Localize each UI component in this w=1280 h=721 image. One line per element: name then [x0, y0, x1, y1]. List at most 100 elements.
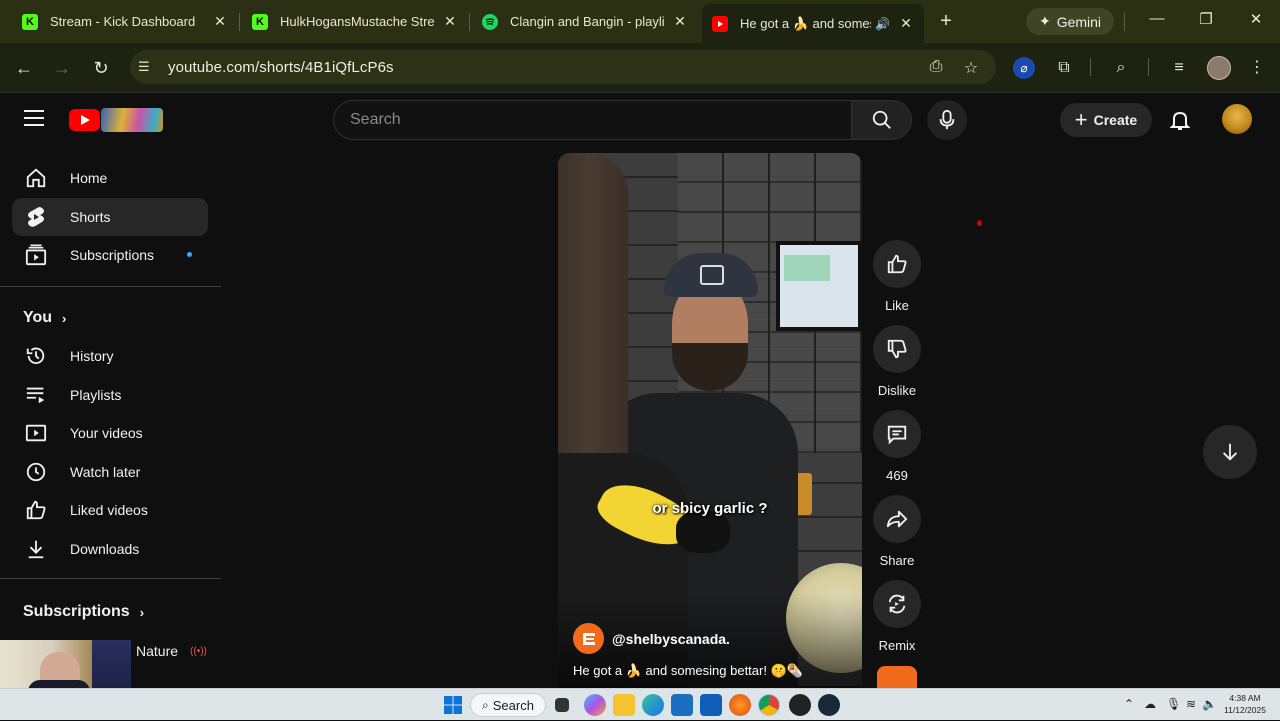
bookmark-star-icon[interactable]: ☆ [961, 58, 981, 78]
sidebar-item-shorts[interactable]: Shorts [12, 198, 208, 236]
channel-avatar[interactable] [573, 623, 604, 654]
onedrive-icon[interactable]: ☁ [1144, 697, 1156, 711]
tab-youtube-short[interactable]: He got a 🍌 and somesing bettar! 🔊 ✕ [702, 4, 924, 43]
store-icon[interactable] [671, 694, 693, 716]
url-text[interactable]: youtube.com/shorts/4B1iQfLcP6s [168, 59, 394, 76]
copilot-icon[interactable] [584, 694, 606, 716]
minimize-icon[interactable]: — [1145, 10, 1169, 27]
remix-icon[interactable] [873, 580, 921, 628]
windows-start-icon[interactable] [442, 694, 464, 716]
comments-button[interactable]: 469 [873, 410, 921, 483]
tab-kick-stream[interactable]: K HulkHogansMustache Stream ✕ [242, 6, 468, 37]
hamburger-menu-icon[interactable] [24, 110, 44, 126]
youtube-logo[interactable] [69, 108, 163, 132]
microphone-tray-icon[interactable]: 🎙 [1166, 697, 1181, 711]
youtube-icon [712, 15, 728, 32]
media-control-icon[interactable]: ≡ [1168, 57, 1190, 79]
chevron-right-icon: › [62, 310, 67, 326]
share-button[interactable]: Share [873, 495, 921, 568]
channel-name[interactable]: @shelbyscanada. [612, 631, 730, 647]
channel-link[interactable]: @shelbyscanada. [573, 623, 730, 654]
sidebar-item-watch-later[interactable]: Watch later [12, 453, 208, 491]
tab-title: HulkHogansMustache Stream [280, 14, 434, 29]
sidebar-item-subscriptions[interactable]: Subscriptions [12, 236, 208, 274]
gemini-button[interactable]: ✦ Gemini [1026, 8, 1114, 35]
menu-kebab-icon[interactable]: ⋮ [1246, 57, 1268, 79]
taskbar-search[interactable]: ⌕ Search [470, 693, 546, 717]
speaker-icon[interactable]: 🔊 [875, 17, 890, 31]
thumbs-up-icon[interactable] [873, 240, 921, 288]
edge-icon[interactable] [642, 694, 664, 716]
mouse-cursor [977, 220, 982, 226]
search-button[interactable] [851, 100, 912, 140]
restore-icon[interactable]: ❐ [1194, 10, 1218, 28]
remix-label: Remix [878, 638, 916, 653]
steam-icon[interactable] [818, 694, 840, 716]
comment-icon[interactable] [873, 410, 921, 458]
volume-icon[interactable]: 🔈 [1202, 697, 1217, 711]
file-explorer-icon[interactable] [613, 694, 635, 716]
site-info-icon[interactable]: ☰ [138, 59, 158, 75]
close-icon[interactable]: ✕ [672, 13, 688, 30]
sidebar-item-your-videos[interactable]: Your videos [12, 414, 208, 452]
search-input[interactable] [350, 111, 851, 129]
sound-source-avatar[interactable] [877, 666, 917, 688]
notifications-bell-icon[interactable] [1168, 108, 1192, 132]
remix-button[interactable]: Remix [873, 580, 921, 653]
video-caption: or sbicy garlic ? [652, 500, 768, 517]
window-close-icon[interactable]: ✕ [1244, 10, 1268, 28]
sidebar-subscriptions-heading[interactable]: Subscriptions › [23, 603, 144, 621]
sidebar-you-heading[interactable]: You › [23, 309, 66, 327]
back-arrow-icon[interactable]: ← [12, 56, 36, 80]
address-bar[interactable]: ☰ youtube.com/shorts/4B1iQfLcP6s ⎙ ☆ [130, 50, 996, 84]
sidebar-item-home[interactable]: Home [12, 159, 208, 197]
sidebar-subscription-item[interactable]: Nature ((•)) [136, 643, 207, 659]
sidebar-item-downloads[interactable]: Downloads [12, 530, 208, 568]
extension-icon[interactable]: ⌀ [1013, 57, 1035, 79]
short-description[interactable]: He got a 🍌 and somesing bettar! 🤫🌯 [573, 663, 803, 679]
sidebar-item-label: Watch later [70, 464, 141, 480]
dislike-button[interactable]: Dislike [873, 325, 921, 398]
thumbs-down-icon[interactable] [873, 325, 921, 373]
wifi-icon[interactable]: ≋ [1186, 697, 1196, 711]
sidebar-item-label: Subscriptions [70, 247, 155, 263]
create-button[interactable]: + Create [1060, 103, 1152, 137]
picture-in-picture-window[interactable] [0, 640, 131, 688]
short-video-player[interactable]: or sbicy garlic ? @shelbyscanada. He got… [558, 153, 862, 688]
tab-spotify-playlist[interactable]: Clangin and Bangin - playlist ✕ [472, 6, 698, 37]
new-tab-button[interactable]: + [934, 9, 958, 33]
like-button[interactable]: Like [873, 240, 921, 313]
chrome-icon[interactable] [758, 694, 780, 716]
sidebar-item-history[interactable]: History [12, 337, 208, 375]
close-icon[interactable]: ✕ [898, 15, 914, 32]
firefox-icon[interactable] [729, 694, 751, 716]
close-icon[interactable]: ✕ [212, 13, 228, 30]
sidebar-item-playlists[interactable]: Playlists [12, 376, 208, 414]
obs-icon[interactable] [789, 694, 811, 716]
install-app-icon[interactable]: ⎙ [926, 58, 946, 76]
outlook-icon[interactable] [700, 694, 722, 716]
reload-icon[interactable]: ↻ [89, 56, 113, 80]
task-view-icon[interactable] [555, 698, 569, 712]
tab-search-icon[interactable]: ⌕ [1110, 57, 1132, 79]
extensions-puzzle-icon[interactable]: ⧉ [1053, 57, 1075, 79]
watch-later-icon [24, 460, 48, 484]
tray-chevron-up-icon[interactable]: ⌃ [1124, 697, 1134, 711]
dislike-label: Dislike [877, 383, 917, 398]
sidebar-item-liked-videos[interactable]: Liked videos [12, 491, 208, 529]
forward-arrow-icon[interactable]: → [50, 56, 74, 80]
tab-separator [469, 13, 470, 31]
search-field[interactable] [333, 100, 851, 140]
taskbar-clock[interactable]: 4:38 AM 11/12/2025 [1222, 692, 1268, 716]
browser-toolbar: ← → ↻ ☰ youtube.com/shorts/4B1iQfLcP6s ⎙… [0, 43, 1280, 93]
next-short-button[interactable] [1203, 425, 1257, 479]
playlists-icon [24, 383, 48, 407]
voice-search-button[interactable] [927, 100, 967, 140]
spotify-icon [482, 13, 498, 30]
share-icon[interactable] [873, 495, 921, 543]
close-icon[interactable]: ✕ [442, 13, 458, 30]
account-avatar[interactable] [1222, 104, 1252, 134]
browser-profile-avatar[interactable] [1207, 56, 1231, 80]
youtube-doodle [101, 108, 163, 132]
tab-kick-dashboard[interactable]: K Stream - Kick Dashboard ✕ [12, 6, 238, 37]
